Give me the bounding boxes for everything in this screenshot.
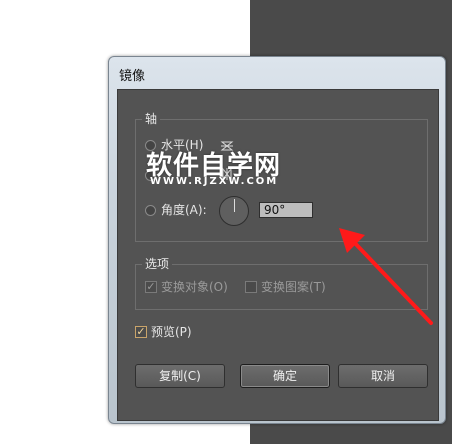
- dialog-title: 镜像: [119, 69, 146, 84]
- angle-dial[interactable]: [219, 196, 249, 226]
- transform-objects-checkbox[interactable]: ✓: [145, 281, 157, 293]
- annotation-arrow: [339, 228, 433, 325]
- title-bar[interactable]: 镜像: [109, 57, 445, 89]
- watermark-url: WWW.RJZXW.COM: [150, 176, 279, 187]
- transform-patterns-checkbox[interactable]: [245, 281, 257, 293]
- transform-patterns-label[interactable]: 变换图案(T): [261, 279, 326, 295]
- preview-label[interactable]: 预览(P): [151, 324, 192, 340]
- angle-radio[interactable]: [145, 205, 156, 216]
- preview-checkbox[interactable]: ✓: [135, 326, 147, 338]
- transform-objects-label[interactable]: 变换对象(O): [161, 279, 228, 295]
- options-legend: 选项: [142, 257, 173, 271]
- angle-label[interactable]: 角度(A):: [161, 202, 207, 218]
- angle-input[interactable]: 90°: [259, 202, 313, 218]
- horizontal-radio[interactable]: [145, 140, 156, 151]
- copy-button[interactable]: 复制(C): [135, 364, 225, 388]
- horizontal-axis-icon: [220, 138, 234, 152]
- cancel-button[interactable]: 取消: [338, 364, 428, 388]
- axis-legend: 轴: [142, 112, 161, 126]
- ok-button[interactable]: 确定: [240, 364, 330, 388]
